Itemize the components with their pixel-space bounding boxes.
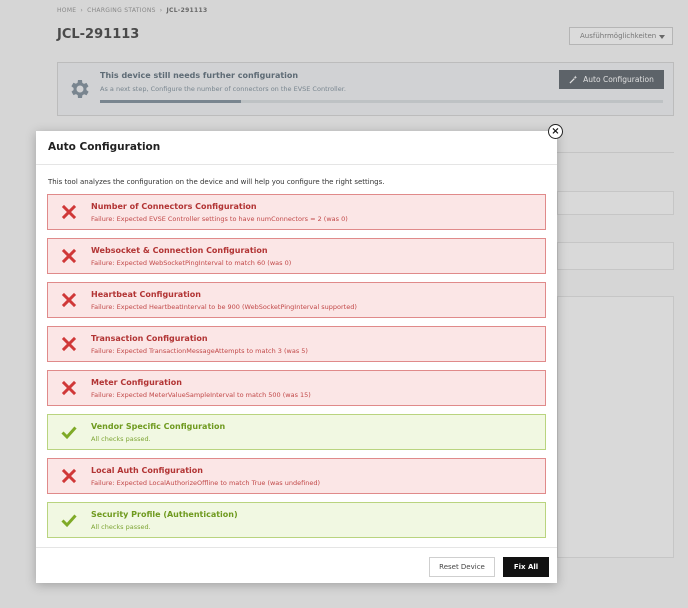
reset-device-button[interactable]: Reset Device	[429, 557, 495, 577]
check-list: Number of Connectors Configuration Failur…	[47, 194, 546, 546]
check-message: Failure: Expected EVSE Controller settin…	[91, 215, 348, 223]
check-title: Heartbeat Configuration	[91, 290, 201, 299]
modal-title: Auto Configuration	[48, 141, 161, 153]
x-icon	[61, 468, 77, 484]
x-icon	[61, 248, 77, 264]
check-title: Websocket & Connection Configuration	[91, 246, 268, 255]
fix-all-button[interactable]: Fix All	[503, 557, 549, 577]
check-item: Number of Connectors Configuration Failur…	[47, 194, 546, 230]
checkmark-icon	[61, 424, 77, 440]
close-button[interactable]: ×	[548, 124, 563, 139]
check-title: Meter Configuration	[91, 378, 182, 387]
check-message: All checks passed.	[91, 435, 151, 443]
x-icon	[61, 380, 77, 396]
check-item: Meter Configuration Failure: Expected Met…	[47, 370, 546, 406]
check-item: Security Profile (Authentication) All che…	[47, 502, 546, 538]
x-icon	[61, 204, 77, 220]
check-title: Number of Connectors Configuration	[91, 202, 257, 211]
close-icon: ×	[551, 125, 560, 137]
modal-footer: Reset Device Fix All	[36, 547, 557, 583]
check-message: Failure: Expected MeterValueSampleInterv…	[91, 391, 311, 399]
x-icon	[61, 336, 77, 352]
check-item: Vendor Specific Configuration All checks …	[47, 414, 546, 450]
modal-intro: This tool analyzes the configuration on …	[48, 178, 385, 186]
check-message: Failure: Expected WebSocketPingInterval …	[91, 259, 292, 267]
check-title: Transaction Configuration	[91, 334, 208, 343]
modal-header: Auto Configuration	[36, 131, 557, 165]
auto-configuration-modal: Auto Configuration × This tool analyzes …	[36, 124, 563, 583]
check-title: Security Profile (Authentication)	[91, 510, 238, 519]
check-message: Failure: Expected HeartbeatInterval to b…	[91, 303, 357, 311]
check-title: Vendor Specific Configuration	[91, 422, 226, 431]
check-message: All checks passed.	[91, 523, 151, 531]
check-item: Heartbeat Configuration Failure: Expected…	[47, 282, 546, 318]
check-item: Transaction Configuration Failure: Expect…	[47, 326, 546, 362]
check-message: Failure: Expected LocalAuthorizeOffline …	[91, 479, 320, 487]
check-item: Websocket & Connection Configuration Fail…	[47, 238, 546, 274]
checkmark-icon	[61, 512, 77, 528]
x-icon	[61, 292, 77, 308]
check-message: Failure: Expected TransactionMessageAtte…	[91, 347, 308, 355]
check-item: Local Auth Configuration Failure: Expecte…	[47, 458, 546, 494]
check-title: Local Auth Configuration	[91, 466, 203, 475]
